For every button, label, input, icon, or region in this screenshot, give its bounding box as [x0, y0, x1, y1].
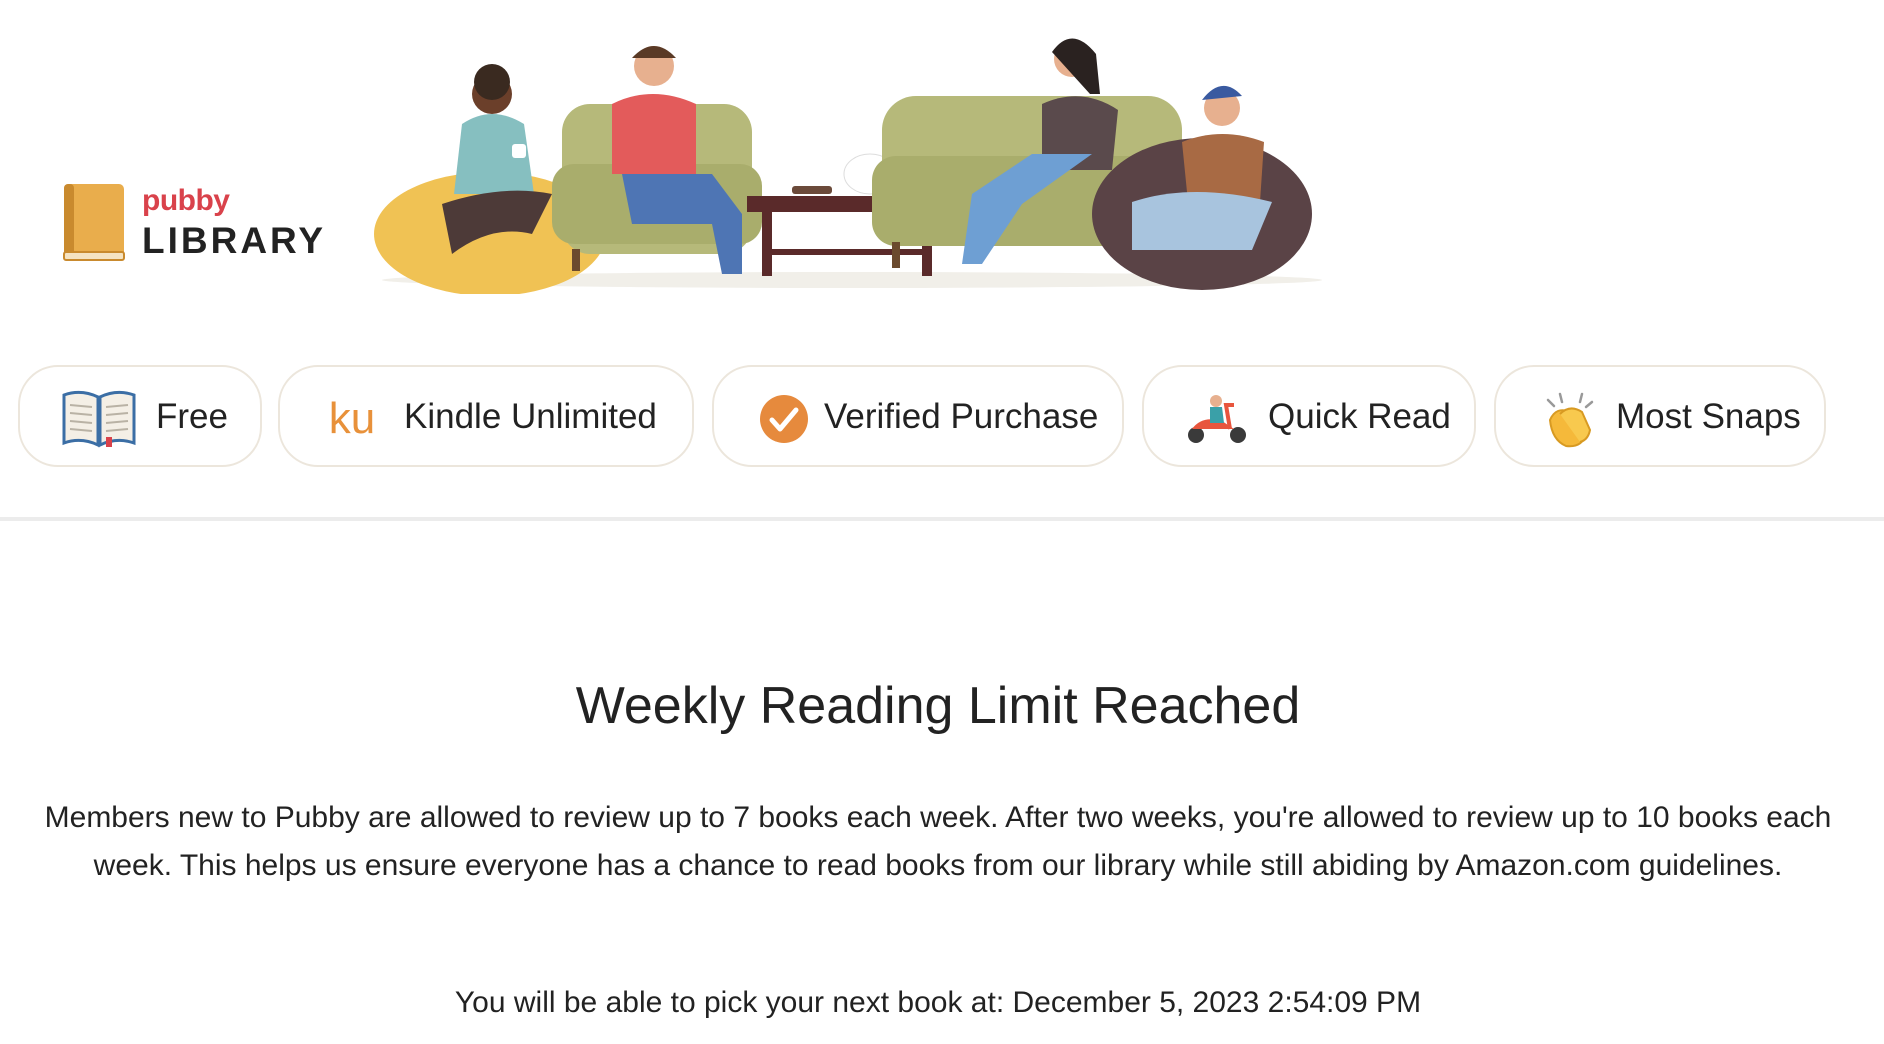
next-pick-time: You will be able to pick your next book … — [454, 986, 1422, 1019]
section-divider — [0, 517, 1884, 521]
book-logo-icon — [63, 184, 125, 261]
filter-free-label: Free — [156, 397, 228, 436]
filter-verified-purchase-label: Verified Purchase — [824, 397, 1099, 436]
ku-icon-text: ku — [328, 394, 376, 443]
open-book-icon — [62, 390, 136, 448]
filter-kindle-unlimited[interactable]: ku Kindle Unlimited — [278, 365, 694, 467]
brand-name: pubby — [142, 184, 230, 217]
clapping-hands-icon — [1540, 391, 1596, 448]
pubby-library-logo[interactable]: pubby LIBRARY — [60, 182, 340, 266]
filter-kindle-unlimited-label: Kindle Unlimited — [404, 397, 657, 436]
filter-free[interactable]: Free — [18, 365, 262, 467]
filter-quick-read-label: Quick Read — [1268, 397, 1451, 436]
page-title: Weekly Reading Limit Reached — [575, 677, 1301, 735]
filter-quick-read[interactable]: Quick Read — [1142, 365, 1476, 467]
notice-body: Members new to Pubby are allowed to revi… — [44, 801, 1832, 882]
filter-most-snaps[interactable]: Most Snaps — [1494, 365, 1826, 467]
check-circle-icon — [756, 391, 812, 447]
brand-subtitle: LIBRARY — [142, 220, 327, 261]
reading-group-illustration — [374, 38, 1322, 294]
scooter-icon — [1182, 391, 1252, 447]
ku-icon: ku — [322, 391, 382, 447]
filter-most-snaps-label: Most Snaps — [1616, 397, 1801, 436]
filter-verified-purchase[interactable]: Verified Purchase — [712, 365, 1124, 467]
